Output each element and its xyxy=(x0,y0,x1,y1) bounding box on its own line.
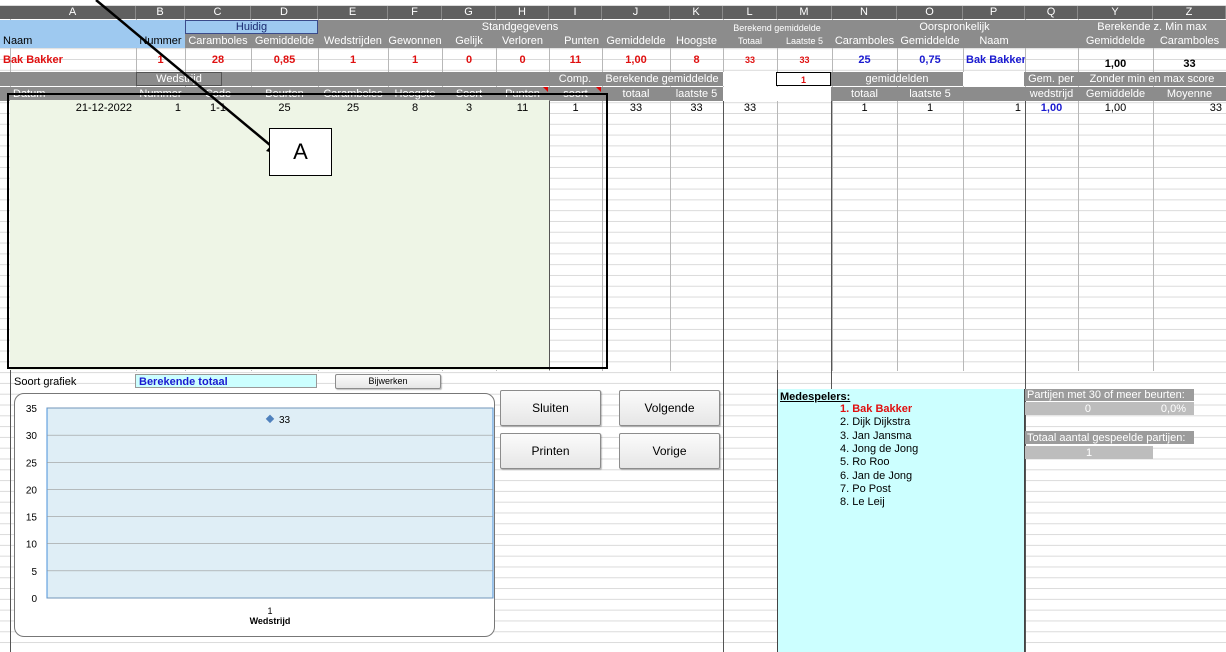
spreadsheet-grid: ABCDEFGHIJKLMNOPQYZ Huidig Standgegevens… xyxy=(0,0,1226,652)
chart-container: 0 5 10 15 20 25 30 35 33 1 Wedstrijd xyxy=(14,393,495,637)
player-item[interactable]: 4. Jong de Jong xyxy=(840,442,1020,456)
sluiten-button[interactable]: Sluiten xyxy=(500,390,601,426)
printen-button[interactable]: Printen xyxy=(500,433,601,469)
soort-grafiek-label: Soort grafiek xyxy=(14,376,77,388)
x-axis-label: Wedstrijd xyxy=(250,616,291,626)
player-item[interactable]: 3. Jan Jansma xyxy=(840,429,1020,443)
player-item[interactable]: 5. Ro Roo xyxy=(840,455,1020,469)
data-label: 33 xyxy=(279,415,291,426)
totaal-label: Totaal aantal gespeelde partijen: xyxy=(1027,432,1186,444)
chart-svg: 0 5 10 15 20 25 30 35 33 1Wedstrijd xyxy=(26,404,494,626)
annotation-label: A xyxy=(269,128,332,176)
partijen-pct: 0,0% xyxy=(1160,403,1186,415)
totaal-count: 1 xyxy=(1085,447,1093,459)
y-tick-label: 0 xyxy=(31,594,37,605)
player-item[interactable]: 7. Po Post xyxy=(840,482,1020,496)
x-tick-label: 1 xyxy=(267,606,272,616)
volgende-button[interactable]: Volgende xyxy=(619,390,720,426)
y-tick-label: 5 xyxy=(31,567,37,578)
player-item[interactable]: 6. Jan de Jong xyxy=(840,469,1020,483)
y-tick-label: 15 xyxy=(26,513,38,524)
bijwerken-button[interactable]: Bijwerken xyxy=(335,374,441,389)
y-tick-label: 10 xyxy=(26,540,38,551)
partijen-count: 0 xyxy=(1084,403,1091,415)
y-tick-label: 35 xyxy=(26,404,38,415)
vorige-button[interactable]: Vorige xyxy=(619,433,720,469)
y-tick-label: 20 xyxy=(26,485,38,496)
y-tick-label: 30 xyxy=(26,431,38,442)
y-tick-label: 25 xyxy=(26,458,38,469)
player-item[interactable]: 8. Le Leij xyxy=(840,495,1020,509)
player-item[interactable]: 2. Dijk Dijkstra xyxy=(840,415,1020,429)
partijen-label: Partijen met 30 of meer beurten: xyxy=(1027,389,1185,401)
player-item[interactable]: 1. Bak Bakker xyxy=(840,402,1020,416)
plot-area xyxy=(46,407,494,599)
soort-grafiek-select[interactable]: Berekende totaal xyxy=(135,374,317,388)
